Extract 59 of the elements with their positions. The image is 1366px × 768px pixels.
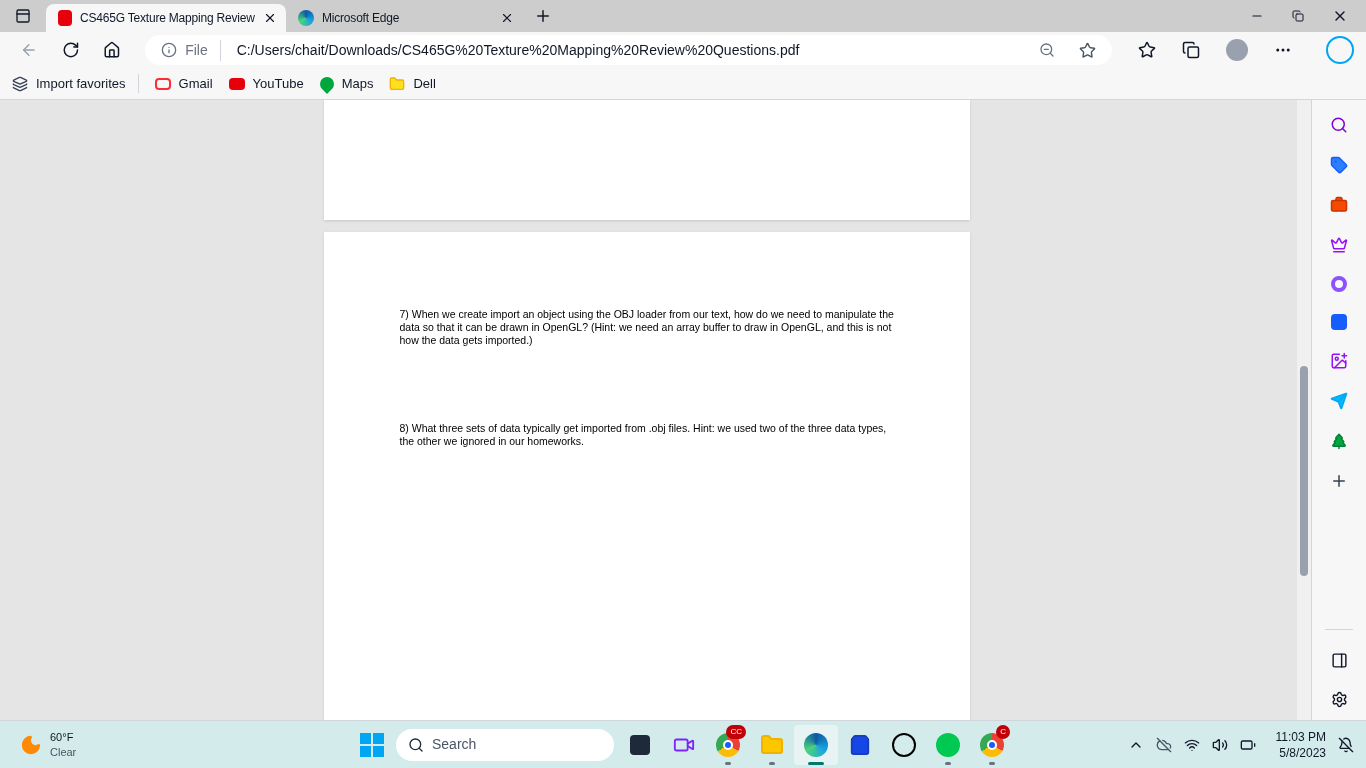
reload-icon[interactable] <box>61 41 80 59</box>
weather-text: Clear <box>50 744 77 760</box>
moon-icon <box>20 733 42 756</box>
circle-logo-icon <box>892 732 916 757</box>
temperature-text: 60°F <box>50 729 75 745</box>
favorite-link[interactable]: YouTube <box>228 73 304 94</box>
scrollbar[interactable] <box>1297 100 1311 720</box>
favorite-link[interactable]: Gmail <box>154 73 213 94</box>
tag-icon[interactable] <box>1330 156 1348 174</box>
search-icon <box>408 736 424 753</box>
toolbox-icon[interactable] <box>1330 196 1348 214</box>
taskbar-app[interactable]: CC <box>706 724 750 765</box>
address-bar[interactable]: File C:/Users/chait/Downloads/CS465G%20Texture%20Mapping%20Review%20Questions.pdf <box>145 35 1112 65</box>
url-text: C:/Users/chait/Downloads/CS465G%20Texture%20Mapping%20Review%20Questions.pdf <box>236 40 801 60</box>
circle-logo-icon <box>936 732 960 757</box>
settings-icon[interactable] <box>1330 691 1348 708</box>
folder-icon <box>760 732 784 757</box>
sidebar-toggle-icon[interactable] <box>1330 652 1348 669</box>
notifications-icon[interactable] <box>1338 736 1354 753</box>
favorite-link[interactable]: Maps <box>319 73 374 94</box>
favorite-link[interactable]: Dell <box>389 73 436 94</box>
add-favorite-icon[interactable] <box>1079 41 1096 59</box>
zoom-out-icon[interactable] <box>1039 42 1055 58</box>
tab-actions-icon[interactable] <box>15 8 31 24</box>
favorites-icon[interactable] <box>1138 41 1156 59</box>
search-field[interactable]: Search <box>396 728 614 761</box>
info-icon <box>161 42 178 58</box>
home-icon[interactable] <box>103 41 122 59</box>
clock[interactable]: 11:03 PM 5/8/2023 <box>1275 728 1326 761</box>
question-text: 7) When we create import an object using the OBJ loader from our text, how do we need to manipulate the data so that it can be drawn in OpenGL? (Hint: we need an array buffer to draw in OpenGL, and this is not how the data gets imported.) <box>399 308 895 347</box>
browser-tab[interactable]: Microsoft Edge <box>286 4 526 32</box>
browser-icon <box>804 732 828 757</box>
task-view-icon <box>630 734 650 755</box>
browser-tab[interactable]: CS465G Texture Mapping Review <box>46 4 286 32</box>
tab-title: Microsoft Edge <box>322 10 401 27</box>
new-tab-icon[interactable] <box>534 7 552 25</box>
notification-badge: C <box>996 724 1010 739</box>
tab-title: CS465G Texture Mapping Review <box>80 10 255 27</box>
collections-icon[interactable] <box>1182 41 1200 59</box>
scheme-label: File <box>185 39 221 61</box>
import-icon <box>12 75 28 92</box>
ring-icon[interactable] <box>1331 276 1347 292</box>
add-icon[interactable] <box>1330 472 1348 490</box>
pdf-icon <box>58 10 72 26</box>
image-edit-icon[interactable] <box>1330 352 1348 370</box>
tree-icon[interactable] <box>1330 432 1348 450</box>
notification-badge: CC <box>726 724 746 739</box>
restore-icon[interactable] <box>1292 10 1304 22</box>
question-text: 8) What three sets of data typically get imported from .obj files. Hint: we used two of the three data types, the other we ignored in our homeworks. <box>399 422 888 448</box>
cloud-off-icon[interactable] <box>1155 736 1172 753</box>
taskbar-app[interactable]: C <box>970 724 1014 765</box>
search-icon[interactable] <box>1330 116 1348 134</box>
close-icon[interactable] <box>500 11 514 25</box>
windows-start-icon[interactable] <box>360 732 384 757</box>
browser-icon <box>298 10 314 26</box>
volume-icon[interactable] <box>1211 736 1228 753</box>
browser-icon <box>980 732 1004 757</box>
favorite-link[interactable]: Import favorites <box>12 73 139 94</box>
folder-icon <box>389 75 406 92</box>
